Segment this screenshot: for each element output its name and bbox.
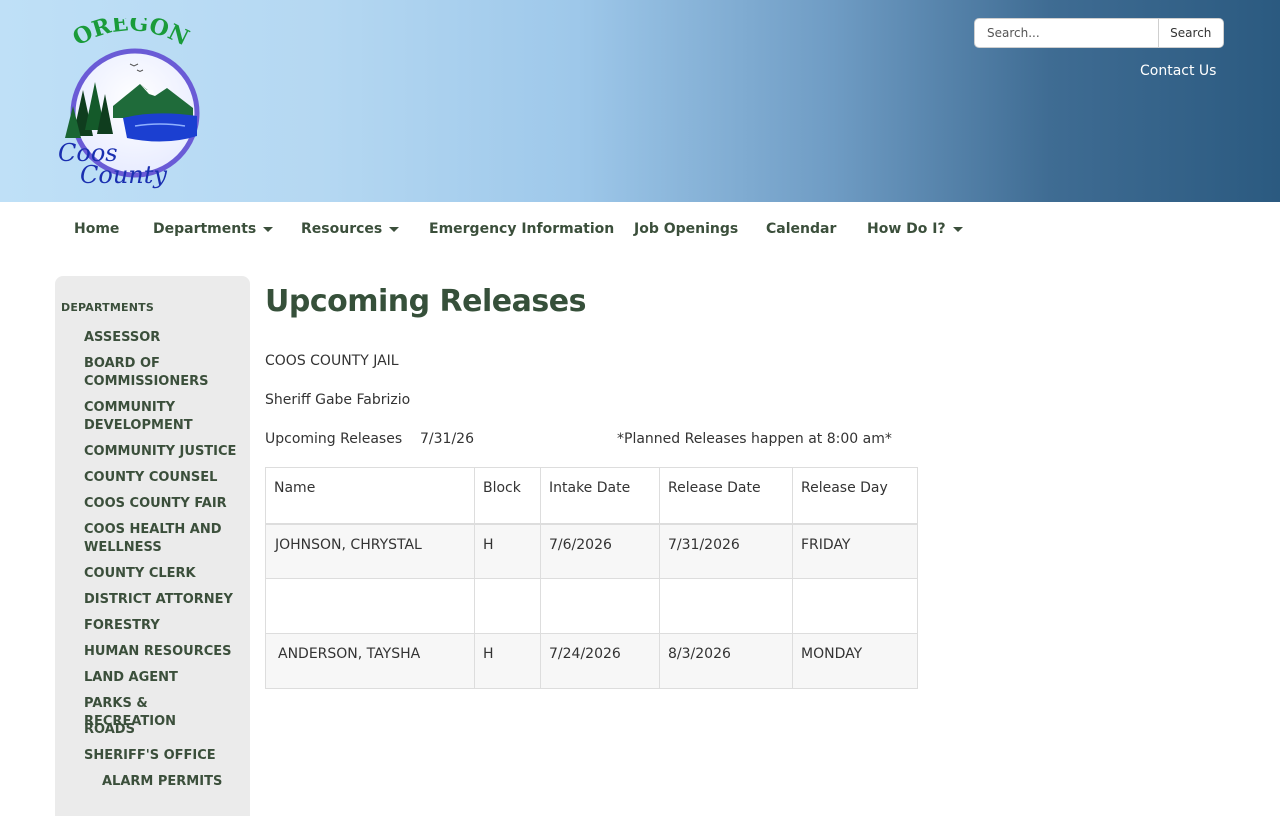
nav-home[interactable]: Home — [74, 221, 119, 237]
sidebar-item-coos-county-fair[interactable]: COOS COUNTY FAIR — [84, 495, 244, 513]
nav-job-openings[interactable]: Job Openings — [634, 221, 738, 237]
cell-release-date: 8/3/2026 — [659, 633, 793, 689]
page-title: Upcoming Releases — [265, 284, 586, 319]
table-header-row: Name Block Intake Date Release Date Rele… — [265, 467, 918, 525]
sidebar-item-assessor[interactable]: ASSESSOR — [84, 329, 244, 347]
sidebar-item-land-agent[interactable]: LAND AGENT — [84, 669, 244, 687]
cell-release-day: MONDAY — [792, 633, 918, 689]
cell-release-date — [659, 578, 793, 634]
cell-block: H — [474, 523, 541, 579]
sidebar-heading[interactable]: DEPARTMENTS — [61, 301, 154, 314]
cell-release-date: 7/31/2026 — [659, 523, 793, 579]
cell-block: H — [474, 633, 541, 689]
logo-top-text: OREGON — [69, 18, 193, 51]
releases-table: Name Block Intake Date Release Date Rele… — [265, 467, 918, 689]
cell-name: ANDERSON, TAYSHA — [265, 633, 475, 689]
table-row — [265, 578, 918, 634]
nav-emergency-information[interactable]: Emergency Information — [429, 221, 614, 237]
nav-resources[interactable]: Resources — [301, 221, 400, 237]
county-logo[interactable]: OREGON Coos County — [55, 10, 205, 193]
cell-block — [474, 578, 541, 634]
nav-departments[interactable]: Departments — [153, 221, 274, 237]
nav-calendar[interactable]: Calendar — [766, 221, 836, 237]
column-header-release-day: Release Day — [792, 467, 918, 525]
table-row: JOHNSON, CHRYSTAL H 7/6/2026 7/31/2026 F… — [265, 523, 918, 579]
cell-release-day — [792, 578, 918, 634]
sidebar-item-roads[interactable]: ROADS — [84, 721, 244, 739]
departments-sidebar: DEPARTMENTS ASSESSOR BOARD OF COMMISSION… — [55, 276, 250, 816]
caret-down-icon — [389, 226, 400, 232]
search-form: Search — [974, 18, 1224, 48]
releases-date: 7/31/26 — [420, 431, 474, 447]
sidebar-item-county-counsel[interactable]: COUNTY COUNSEL — [84, 469, 244, 487]
sidebar-subitem-alarm-permits[interactable]: ALARM PERMITS — [102, 773, 262, 791]
table-row: ANDERSON, TAYSHA H 7/24/2026 8/3/2026 MO… — [265, 633, 918, 689]
releases-label: Upcoming Releases — [265, 431, 403, 447]
sidebar-item-coos-health-and-wellness[interactable]: COOS HEALTH AND WELLNESS — [84, 521, 244, 557]
caret-down-icon — [263, 226, 274, 232]
planned-releases-note: *Planned Releases happen at 8:00 am* — [617, 431, 892, 447]
sheriff-name: Sheriff Gabe Fabrizio — [265, 392, 411, 408]
sidebar-item-community-justice[interactable]: COMMUNITY JUSTICE — [84, 443, 244, 461]
column-header-release-date: Release Date — [659, 467, 793, 525]
cell-name — [265, 578, 475, 634]
cell-name: JOHNSON, CHRYSTAL — [265, 523, 475, 579]
sidebar-item-board-of-commissioners[interactable]: BOARD OF COMMISSIONERS — [84, 355, 244, 391]
column-header-block: Block — [474, 467, 541, 525]
search-button[interactable]: Search — [1157, 19, 1223, 47]
logo-text-line2: County — [80, 161, 167, 189]
sidebar-item-county-clerk[interactable]: COUNTY CLERK — [84, 565, 244, 583]
column-header-name: Name — [265, 467, 475, 525]
sidebar-item-community-development[interactable]: COMMUNITY DEVELOPMENT — [84, 399, 244, 435]
site-header: OREGON Coos County Search Contact Us — [0, 0, 1280, 202]
jail-name: COOS COUNTY JAIL — [265, 353, 399, 369]
search-input[interactable] — [975, 19, 1158, 47]
sidebar-item-district-attorney[interactable]: DISTRICT ATTORNEY — [84, 591, 244, 609]
contact-us-link[interactable]: Contact Us — [1140, 63, 1216, 79]
sidebar-item-human-resources[interactable]: HUMAN RESOURCES — [84, 643, 244, 661]
cell-intake-date: 7/6/2026 — [540, 523, 660, 579]
sidebar-item-forestry[interactable]: FORESTRY — [84, 617, 244, 635]
cell-intake-date — [540, 578, 660, 634]
county-logo-graphic: OREGON Coos County — [58, 10, 200, 189]
cell-release-day: FRIDAY — [792, 523, 918, 579]
caret-down-icon — [952, 226, 963, 232]
cell-intake-date: 7/24/2026 — [540, 633, 660, 689]
main-nav: Home Departments Resources Emergency Inf… — [0, 202, 1280, 258]
nav-how-do-i[interactable]: How Do I? — [867, 221, 963, 237]
sidebar-item-sheriffs-office[interactable]: SHERIFF'S OFFICE — [84, 747, 244, 765]
column-header-intake-date: Intake Date — [540, 467, 660, 525]
